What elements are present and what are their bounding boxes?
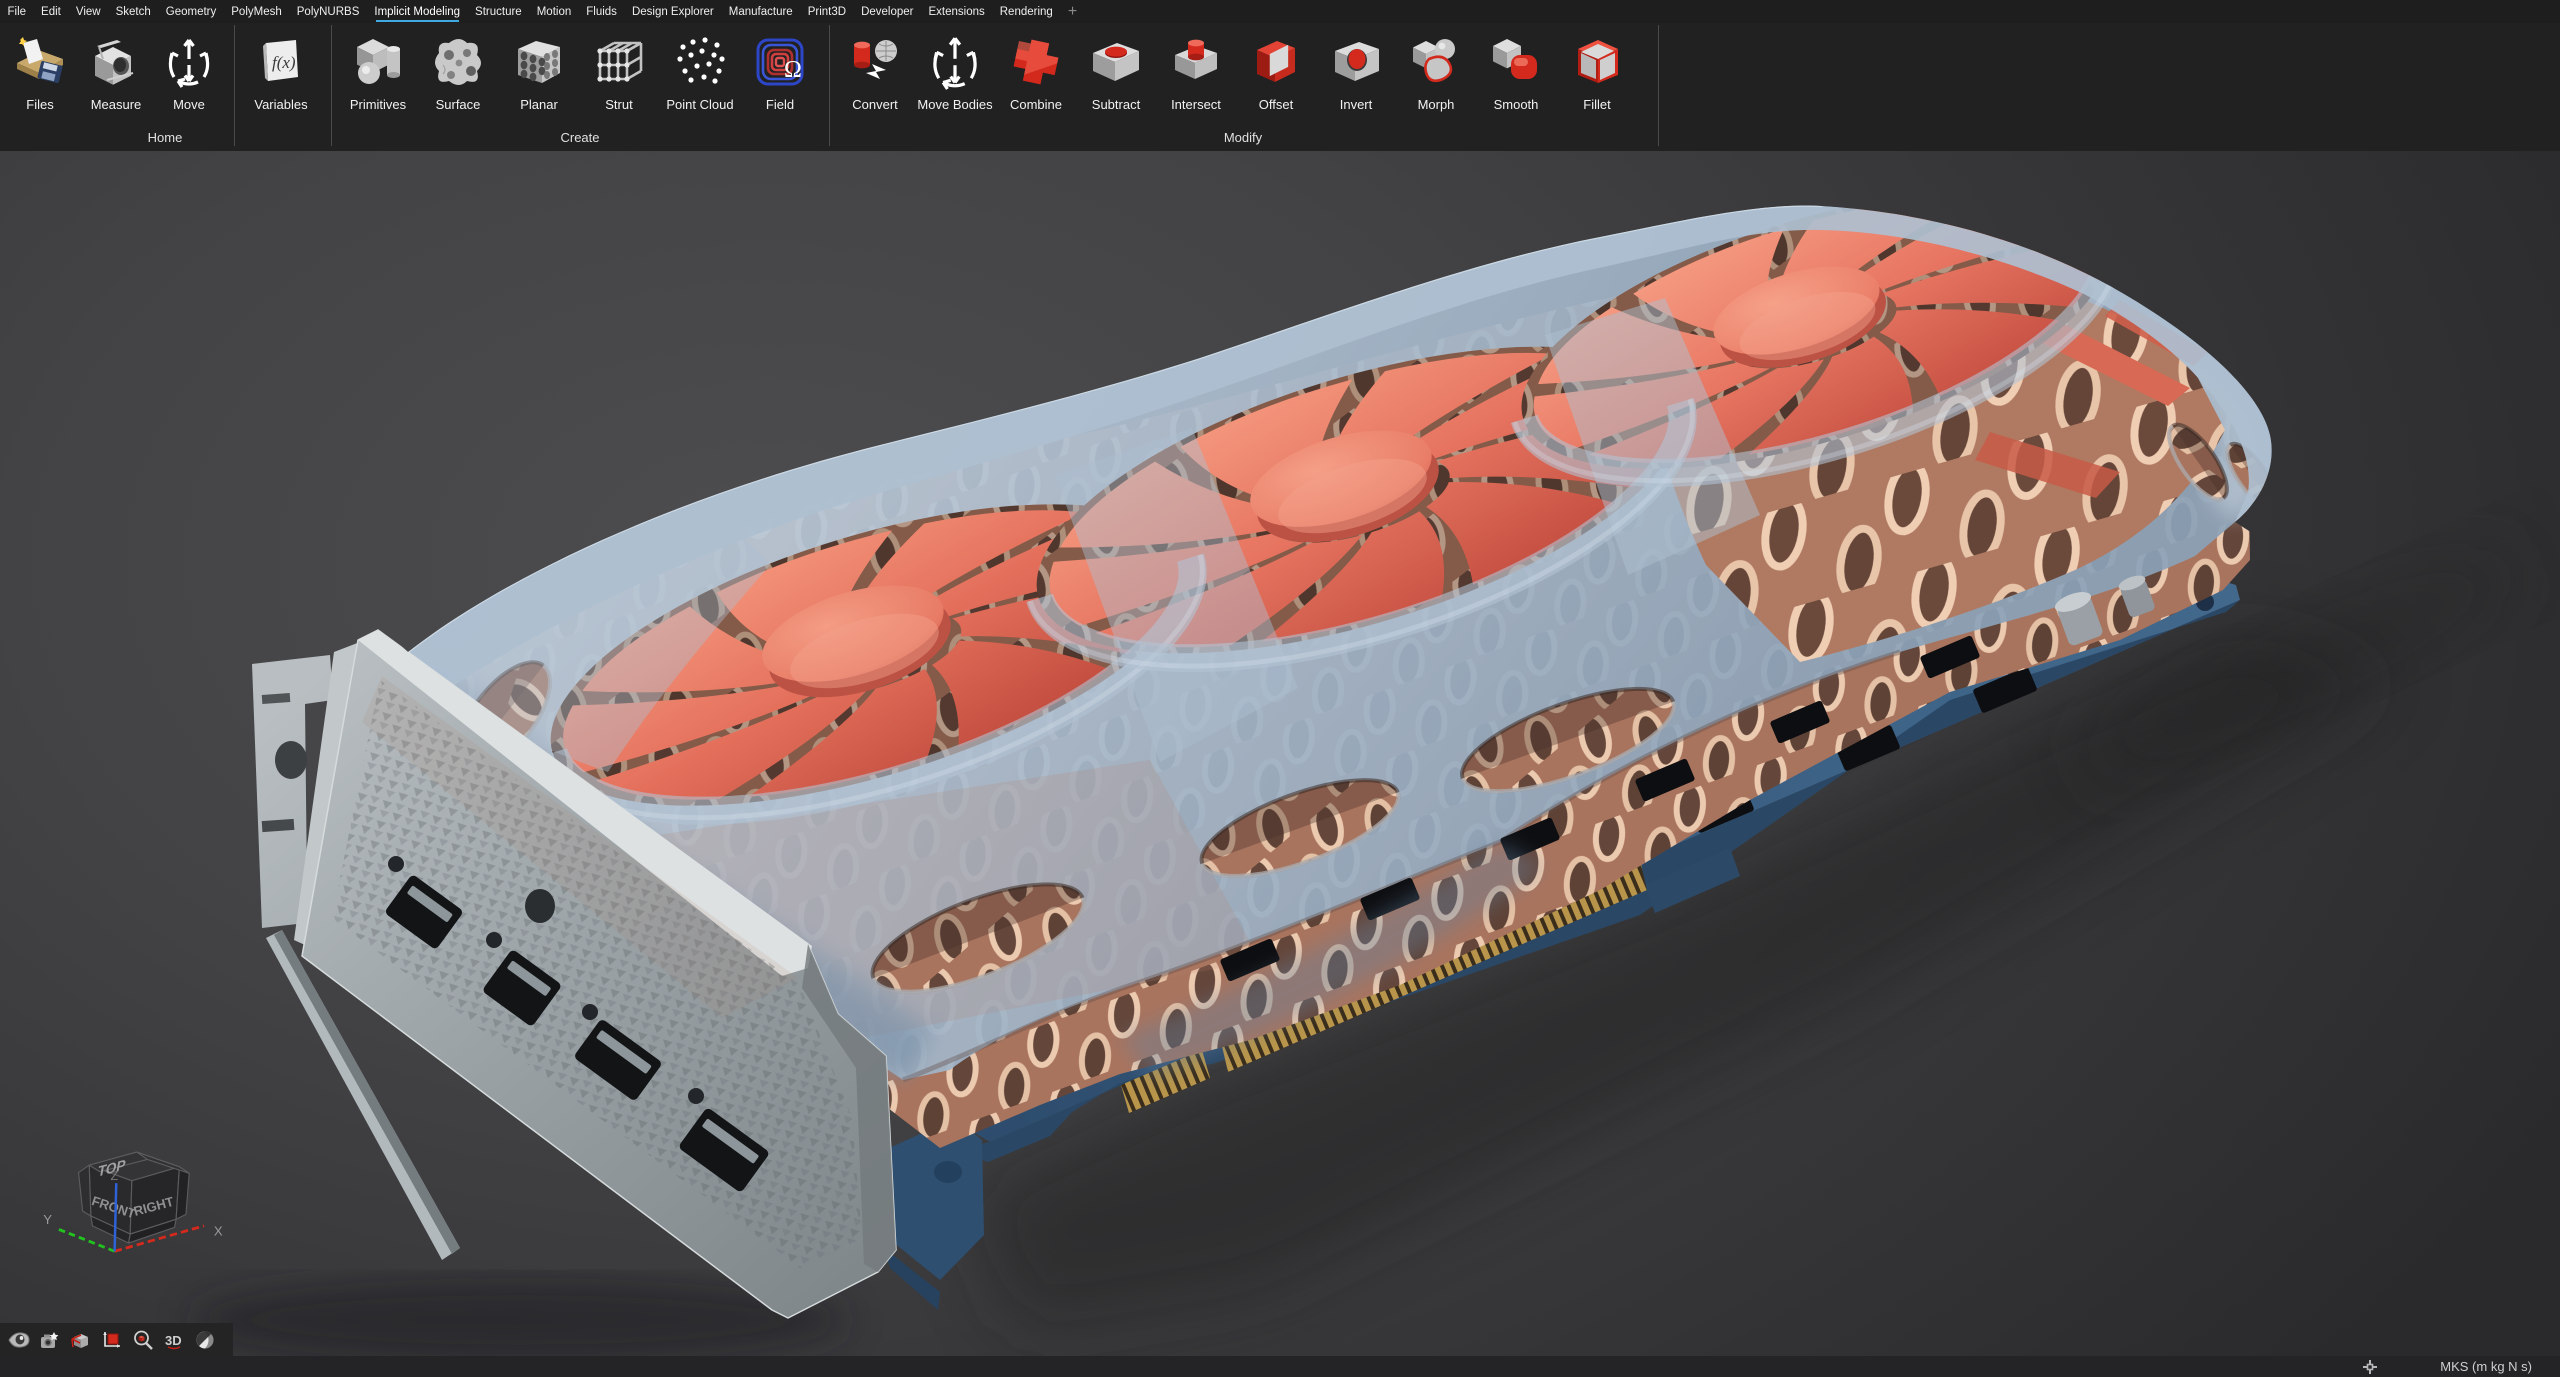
svg-text:3D: 3D [165, 1333, 182, 1348]
svg-text:Y: Y [43, 1212, 52, 1227]
svg-text:X: X [214, 1224, 223, 1239]
svg-text:f(x): f(x) [272, 53, 296, 72]
svg-text:Z: Z [111, 1169, 119, 1183]
svg-text:Ω: Ω [784, 57, 802, 83]
